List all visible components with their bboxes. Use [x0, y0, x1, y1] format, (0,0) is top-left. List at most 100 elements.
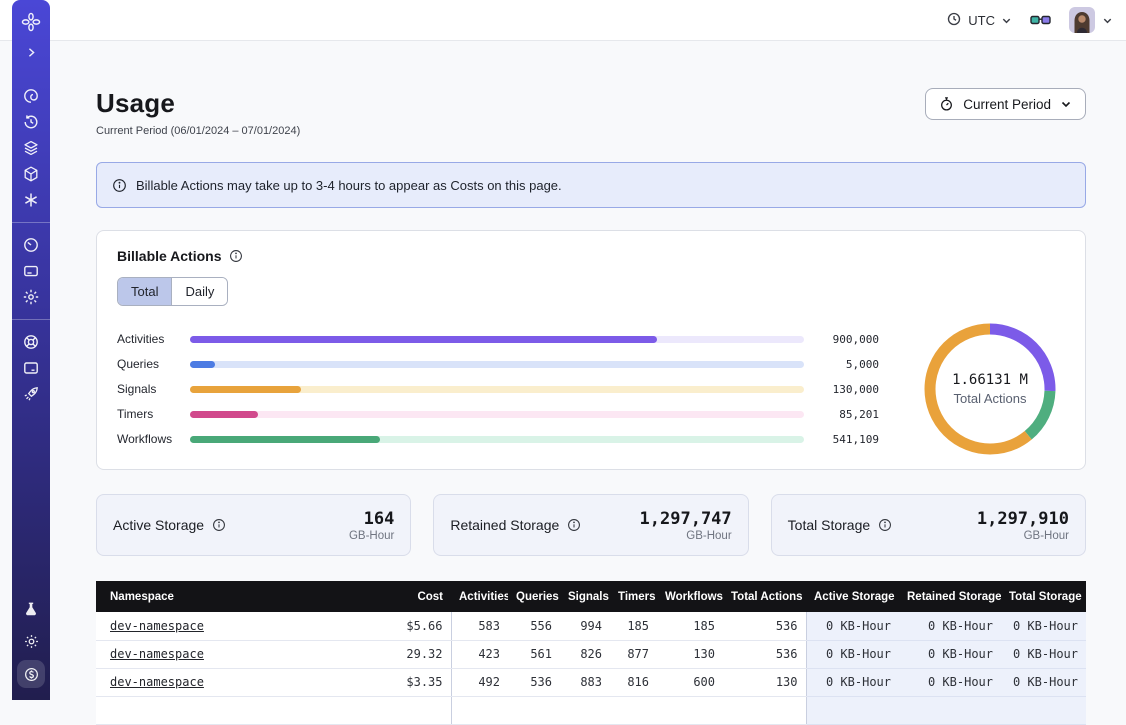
- table-row: dev-namespace$5.665835569941851855360 KB…: [96, 612, 1086, 640]
- column-header-retained-storage[interactable]: Retained Storage: [899, 581, 1001, 612]
- bar-track: [190, 436, 804, 443]
- terminal-icon[interactable]: [18, 355, 44, 381]
- chevron-down-icon: [1001, 15, 1012, 26]
- billing-card-icon[interactable]: [18, 258, 44, 284]
- timezone-label: UTC: [968, 13, 995, 28]
- billable-actions-bar-chart: Activities900,000Queries5,000Signals130,…: [117, 327, 879, 452]
- table-cell: 536: [723, 612, 806, 640]
- bar-row-workflows: Workflows541,109: [117, 427, 879, 452]
- billable-actions-card: Billable Actions Total Daily Activities9…: [96, 230, 1086, 470]
- table-cell: [346, 696, 451, 724]
- active-storage-card: Active Storage 164 GB-Hour: [96, 494, 411, 556]
- tab-daily[interactable]: Daily: [171, 278, 227, 305]
- asterisk-icon[interactable]: [18, 187, 44, 213]
- info-icon[interactable]: [229, 249, 243, 263]
- table-cell: 0 KB-Hour: [806, 612, 899, 640]
- table-cell: [899, 696, 1001, 724]
- main-content: Usage Current Period (06/01/2024 – 07/01…: [50, 41, 1126, 700]
- column-header-queries[interactable]: Queries: [508, 581, 560, 612]
- total-storage-label: Total Storage: [788, 517, 871, 533]
- gauge-icon[interactable]: [18, 232, 44, 258]
- active-storage-unit: GB-Hour: [349, 530, 394, 542]
- settings-gear-icon[interactable]: [18, 284, 44, 310]
- table-cell: dev-namespace: [96, 612, 346, 640]
- lab-flask-icon[interactable]: [18, 596, 44, 622]
- table-cell: 0 KB-Hour: [1001, 668, 1086, 696]
- column-header-signals[interactable]: Signals: [560, 581, 610, 612]
- storage-summary-row: Active Storage 164 GB-Hour Retained Stor…: [96, 494, 1086, 556]
- table-cell: [96, 696, 346, 724]
- expand-chevron-icon[interactable]: [18, 39, 44, 65]
- theme-sun-icon[interactable]: [18, 628, 44, 654]
- table-cell: 561: [508, 640, 560, 668]
- column-header-activities[interactable]: Activities: [451, 581, 508, 612]
- bar-label: Workflows: [117, 432, 179, 446]
- column-header-total-storage[interactable]: Total Storage: [1001, 581, 1086, 612]
- table-cell: 29.32: [346, 640, 451, 668]
- rocket-icon[interactable]: [18, 381, 44, 407]
- info-icon[interactable]: [878, 518, 892, 532]
- namespace-link[interactable]: dev-namespace: [110, 675, 204, 689]
- bar-row-timers: Timers85,201: [117, 402, 879, 427]
- table-cell: 0 KB-Hour: [806, 640, 899, 668]
- table-cell: 0 KB-Hour: [899, 612, 1001, 640]
- chevron-down-icon: [1060, 98, 1072, 110]
- namespace-link[interactable]: dev-namespace: [110, 647, 204, 661]
- tab-total[interactable]: Total: [118, 278, 171, 305]
- info-icon[interactable]: [567, 518, 581, 532]
- column-header-cost[interactable]: Cost: [346, 581, 451, 612]
- bar-label: Signals: [117, 382, 179, 396]
- table-cell: [657, 696, 723, 724]
- table-cell: dev-namespace: [96, 668, 346, 696]
- active-storage-value: 164: [349, 509, 394, 529]
- donut-total-label: Total Actions: [915, 391, 1065, 406]
- avatar[interactable]: [1069, 7, 1095, 33]
- total-storage-card: Total Storage 1,297,910 GB-Hour: [771, 494, 1086, 556]
- table-header-row: NamespaceCostActivitiesQueriesSignalsTim…: [96, 581, 1086, 612]
- cube-icon[interactable]: [18, 161, 44, 187]
- sidebar: [12, 0, 50, 700]
- table-cell: 0 KB-Hour: [899, 640, 1001, 668]
- namespaces-spiral-icon[interactable]: [18, 83, 44, 109]
- table-cell: 130: [657, 640, 723, 668]
- bar-track: [190, 361, 804, 368]
- table-cell: 877: [610, 640, 657, 668]
- period-selector-button[interactable]: Current Period: [925, 88, 1086, 120]
- top-bar: UTC: [0, 0, 1126, 41]
- table-row: dev-namespace29.324235618268771305360 KB…: [96, 640, 1086, 668]
- page-subtitle: Current Period (06/01/2024 – 07/01/2024): [96, 125, 300, 137]
- bar-fill: [190, 336, 657, 343]
- table-cell: 826: [560, 640, 610, 668]
- sidebar-divider: [12, 319, 50, 320]
- table-cell: [560, 696, 610, 724]
- bar-row-signals: Signals130,000: [117, 377, 879, 402]
- history-icon[interactable]: [18, 109, 44, 135]
- table-cell: 556: [508, 612, 560, 640]
- temporal-logo-icon[interactable]: [18, 9, 44, 35]
- retained-storage-unit: GB-Hour: [640, 530, 732, 542]
- table-cell: 994: [560, 612, 610, 640]
- usage-dollar-icon[interactable]: [17, 660, 45, 688]
- layers-icon[interactable]: [18, 135, 44, 161]
- timezone-selector[interactable]: UTC: [946, 11, 1012, 30]
- table-cell: $3.35: [346, 668, 451, 696]
- column-header-workflows[interactable]: Workflows: [657, 581, 723, 612]
- column-header-total-actions[interactable]: Total Actions: [723, 581, 806, 612]
- table-cell: [806, 696, 899, 724]
- info-icon[interactable]: [212, 518, 226, 532]
- table-cell: 536: [723, 640, 806, 668]
- glasses-icon[interactable]: [1030, 13, 1051, 28]
- active-storage-label: Active Storage: [113, 517, 204, 533]
- namespace-link[interactable]: dev-namespace: [110, 619, 204, 633]
- table-cell: 130: [723, 668, 806, 696]
- table-cell: [1001, 696, 1086, 724]
- column-header-active-storage[interactable]: Active Storage: [806, 581, 899, 612]
- total-storage-unit: GB-Hour: [977, 530, 1069, 542]
- bar-label: Timers: [117, 407, 179, 421]
- column-header-timers[interactable]: Timers: [610, 581, 657, 612]
- support-ring-icon[interactable]: [18, 329, 44, 355]
- bar-track: [190, 411, 804, 418]
- column-header-namespace[interactable]: Namespace: [96, 581, 346, 612]
- table-cell: 0 KB-Hour: [899, 668, 1001, 696]
- user-menu[interactable]: [1069, 7, 1113, 33]
